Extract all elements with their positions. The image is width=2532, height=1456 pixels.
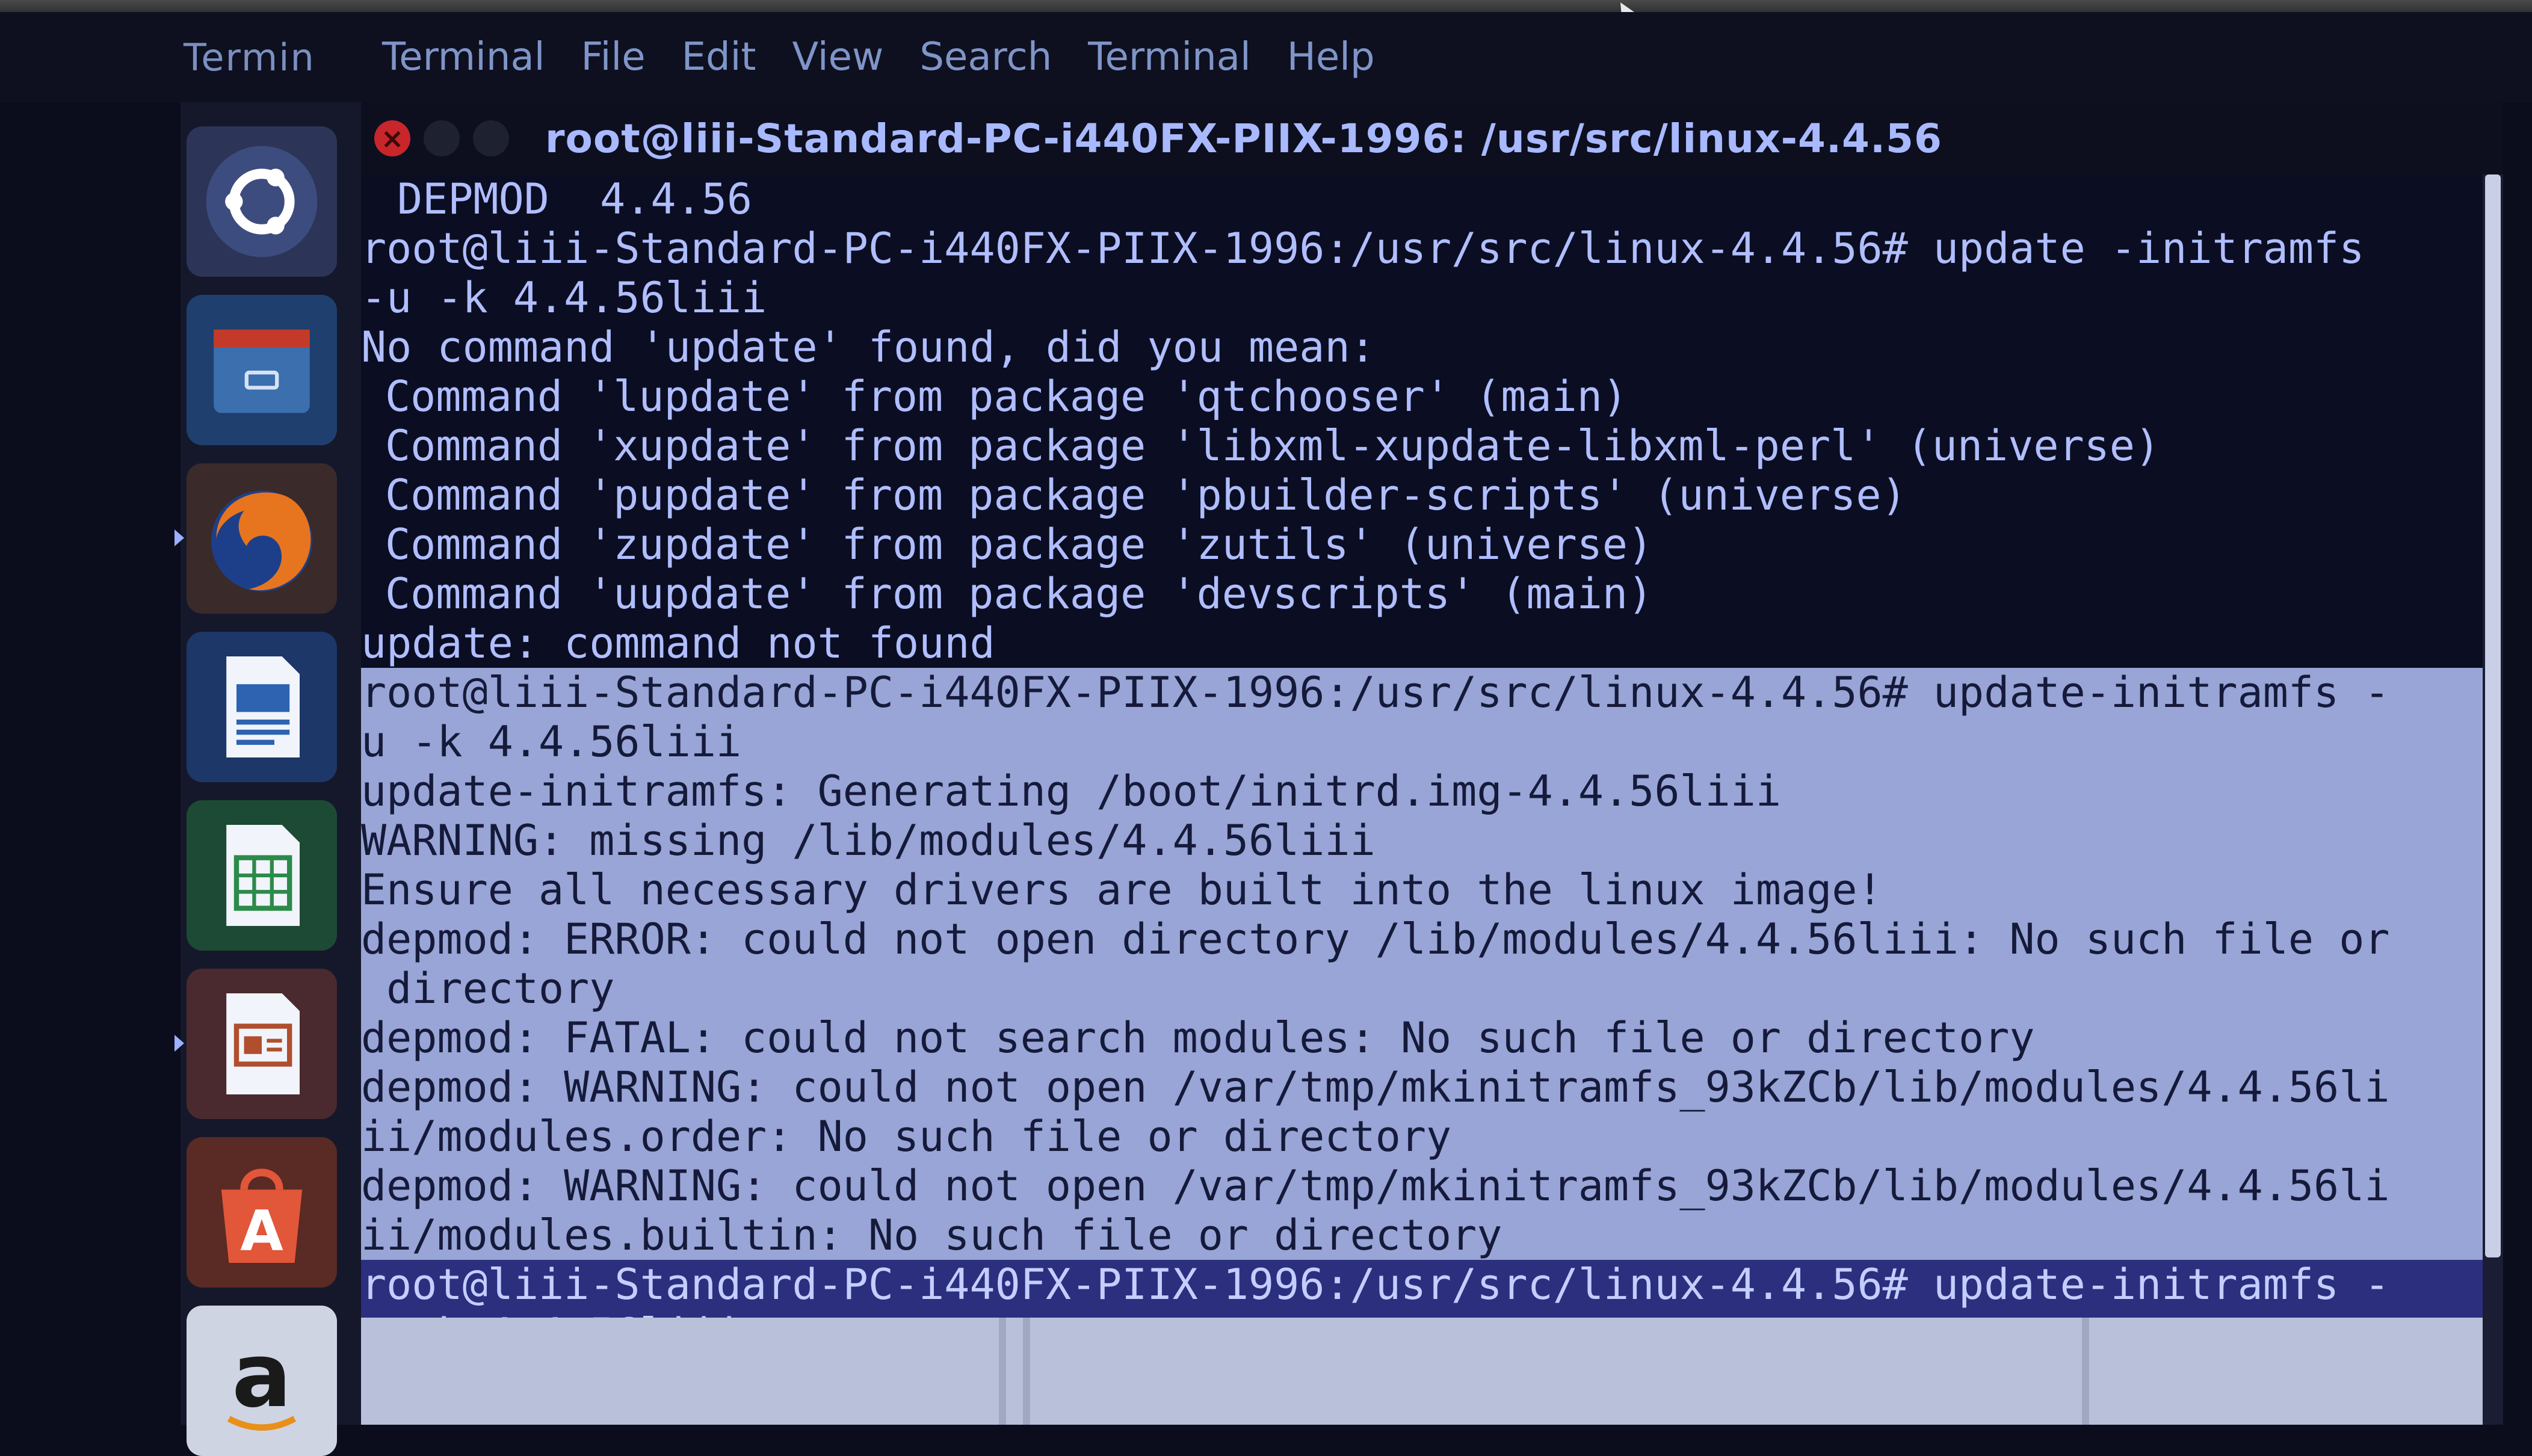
- launcher-files[interactable]: [187, 295, 337, 445]
- terminal-line: Ensure all necessary drivers are built i…: [361, 865, 2503, 915]
- svg-text:a: a: [232, 1324, 291, 1427]
- menu-view[interactable]: View: [792, 35, 884, 79]
- terminal-output[interactable]: DEPMOD 4.4.56 root@liii-Standard-PC-i440F…: [361, 174, 2503, 1425]
- menu-terminal-app[interactable]: Terminal: [382, 35, 545, 79]
- close-window-button[interactable]: ×: [374, 120, 410, 156]
- bottom-panel: [361, 1318, 2483, 1425]
- ubuntu-dash-icon: [206, 146, 318, 258]
- terminal-line: depmod: ERROR: could not open directory …: [361, 915, 2503, 964]
- files-icon: [214, 329, 310, 413]
- terminal-line: Command 'zupdate' from package 'zutils' …: [385, 520, 1654, 569]
- panel-divider: [1023, 1318, 1030, 1425]
- writer-icon: [226, 656, 300, 757]
- terminal-line: ii/modules.builtin: No such file or dire…: [361, 1211, 2503, 1260]
- maximize-window-button[interactable]: [473, 120, 509, 156]
- menu-file[interactable]: File: [581, 35, 645, 79]
- launcher-firefox[interactable]: [174, 463, 337, 614]
- app-name: Termin: [184, 35, 315, 79]
- terminal-line: Command 'xupdate' from package 'libxml-x…: [385, 421, 2161, 470]
- calc-icon: [226, 825, 300, 926]
- menu-edit[interactable]: Edit: [682, 35, 756, 79]
- launcher-amazon[interactable]: a: [187, 1306, 337, 1456]
- svg-text:A: A: [240, 1198, 283, 1263]
- terminal-line: Command 'pupdate' from package 'pbuilder…: [385, 470, 1907, 520]
- terminal-line: update: command not found: [361, 618, 995, 668]
- launcher-dash[interactable]: [187, 126, 337, 277]
- launcher-calc[interactable]: [187, 800, 337, 951]
- terminal-line: ii/modules.order: No such file or direct…: [361, 1112, 2503, 1161]
- window-titlebar: × root@liii-Standard-PC-i440FX-PIIX-1996…: [361, 102, 2503, 174]
- close-icon: ×: [380, 122, 404, 155]
- top-menu-bar: Termin Terminal File Edit View Search Te…: [0, 12, 2532, 102]
- running-indicator: [174, 529, 184, 546]
- terminal-line: root@liii-Standard-PC-i440FX-PIIX-1996:/…: [361, 1260, 2503, 1309]
- impress-icon: [226, 993, 300, 1094]
- terminal-line: depmod: FATAL: could not search modules:…: [361, 1013, 2503, 1063]
- menu-help[interactable]: Help: [1287, 35, 1375, 79]
- terminal-scrollbar[interactable]: [2483, 174, 2503, 1425]
- terminal-window: × root@liii-Standard-PC-i440FX-PIIX-1996…: [361, 102, 2503, 1425]
- launcher-writer[interactable]: [187, 632, 337, 782]
- terminal-line: No command 'update' found, did you mean:: [361, 322, 1376, 372]
- minimize-window-button[interactable]: [424, 120, 460, 156]
- running-indicator: [174, 1035, 184, 1052]
- launcher: A a: [174, 102, 363, 1456]
- terminal-line: WARNING: missing /lib/modules/4.4.56liii: [361, 816, 2503, 865]
- launcher-software-center[interactable]: A: [187, 1137, 337, 1288]
- terminal-line: directory: [361, 964, 2503, 1013]
- terminal-line: root@liii-Standard-PC-i440FX-PIIX-1996:/…: [361, 224, 2365, 273]
- launcher-impress[interactable]: [174, 969, 337, 1119]
- terminal-line: Command 'uupdate' from package 'devscrip…: [385, 569, 1654, 618]
- terminal-line: update-initramfs: Generating /boot/initr…: [361, 767, 2503, 816]
- window-title: root@liii-Standard-PC-i440FX-PIIX-1996: …: [545, 115, 1942, 162]
- terminal-line: -u -k 4.4.56liii: [361, 273, 767, 322]
- terminal-line: depmod: WARNING: could not open /var/tmp…: [361, 1063, 2503, 1112]
- terminal-line: DEPMOD 4.4.56: [397, 174, 753, 224]
- terminal-line: root@liii-Standard-PC-i440FX-PIIX-1996:/…: [361, 668, 2503, 717]
- terminal-line: depmod: WARNING: could not open /var/tmp…: [361, 1161, 2503, 1211]
- scrollbar-thumb[interactable]: [2485, 174, 2501, 1257]
- firefox-icon: [211, 490, 312, 592]
- software-center-icon: A: [221, 1168, 303, 1263]
- panel-divider: [2082, 1318, 2089, 1425]
- panel-divider: [999, 1318, 1006, 1425]
- terminal-line: u -k 4.4.56liii: [361, 717, 2503, 767]
- terminal-line: Command 'lupdate' from package 'qtchoose…: [385, 372, 1628, 421]
- menu-terminal[interactable]: Terminal: [1088, 35, 1250, 79]
- menu-search[interactable]: Search: [919, 35, 1052, 79]
- amazon-icon: a: [227, 1324, 297, 1431]
